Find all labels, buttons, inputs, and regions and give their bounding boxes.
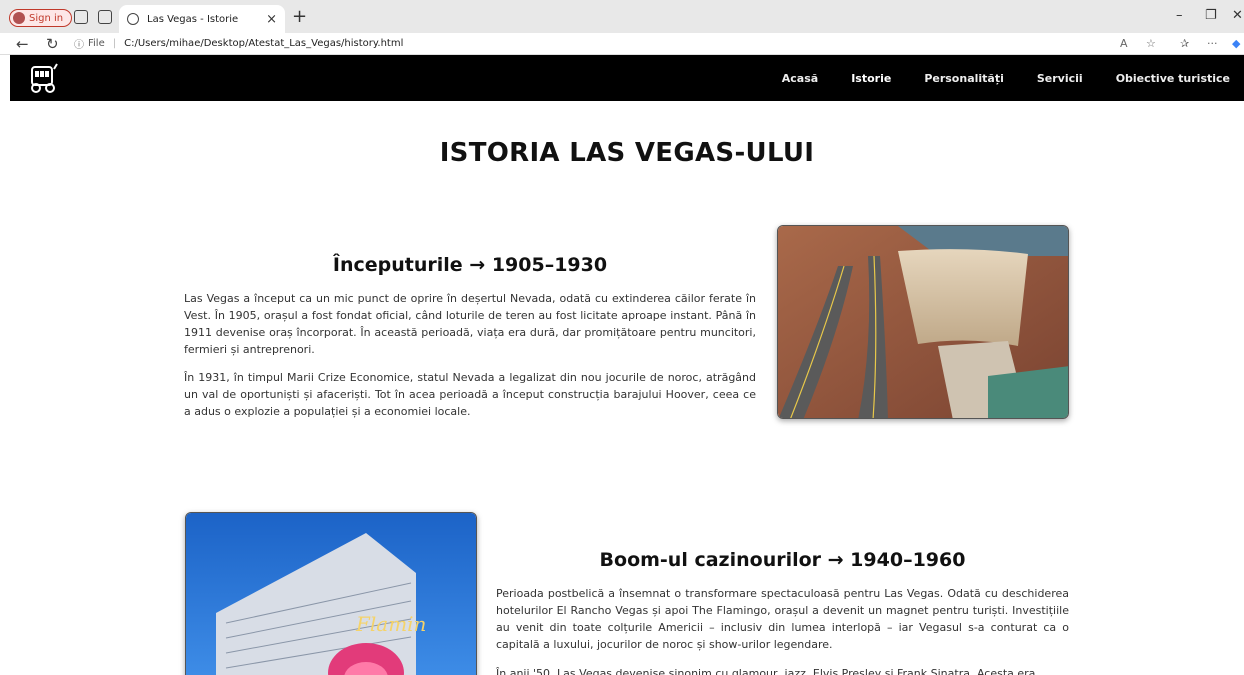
section-title-casino-boom: Boom-ul cazinourilor → 1940–1960 [599, 549, 966, 571]
site-navbar: Acasă Istorie Personalități Servicii Obi… [10, 55, 1244, 101]
sign-in-button[interactable]: Sign in [9, 9, 73, 27]
favorites-icon[interactable]: ✰ [1180, 37, 1189, 50]
hoover-dam-image [777, 225, 1069, 419]
copilot-icon[interactable]: ◆ [1232, 37, 1240, 50]
nav-item-servicii[interactable]: Servicii [1037, 72, 1083, 85]
tab-title: Las Vegas - Istorie [147, 13, 239, 25]
slot-machine-logo-icon[interactable] [26, 61, 60, 95]
nav-item-acasa[interactable]: Acasă [782, 72, 818, 85]
restore-button[interactable]: ❐ [1205, 8, 1217, 23]
page-title: ISTORIA LAS VEGAS-ULUI [439, 138, 815, 168]
back-arrow-icon[interactable]: ← [16, 35, 29, 53]
read-aloud-icon[interactable]: A [1120, 37, 1128, 50]
flamingo-hotel-image: Flamin [185, 512, 477, 675]
svg-text:Flamin: Flamin [355, 612, 426, 636]
section-paragraph: În 1931, în timpul Marii Crize Economice… [184, 371, 756, 418]
favorite-star-icon[interactable]: ☆ [1146, 37, 1156, 50]
minimize-button[interactable]: – [1176, 8, 1183, 23]
sign-in-label: Sign in [29, 12, 64, 24]
section-paragraph: În anii '50, Las Vegas devenise sinonim … [496, 667, 1036, 675]
more-menu-icon[interactable]: ··· [1207, 37, 1218, 50]
new-tab-button[interactable]: + [292, 6, 307, 27]
close-window-button[interactable]: ✕ [1232, 8, 1243, 23]
url-text: C:/Users/mihae/Desktop/Atestat_Las_Vegas… [124, 38, 404, 49]
section-title-beginnings: Începuturile → 1905–1930 [332, 254, 608, 276]
info-icon[interactable]: ⓘ [74, 36, 84, 51]
main-menu: Acasă Istorie Personalități Servicii Obi… [749, 55, 1230, 101]
globe-icon [127, 13, 139, 25]
collections-icon[interactable] [74, 10, 88, 24]
address-bar-row: ← ↻ ⓘ File | C:/Users/mihae/Desktop/Ates… [0, 33, 1244, 55]
separator: | [112, 38, 117, 49]
nav-item-personalitati[interactable]: Personalități [924, 72, 1004, 85]
tab-actions-icon[interactable] [98, 10, 112, 24]
refresh-icon[interactable]: ↻ [46, 35, 59, 53]
section-paragraph: Perioada postbelică a însemnat o transfo… [496, 587, 1069, 651]
nav-item-istorie[interactable]: Istorie [851, 72, 891, 85]
section-paragraph: Las Vegas a început ca un mic punct de o… [184, 292, 756, 356]
url-field[interactable]: ⓘ File | C:/Users/mihae/Desktop/Atestat_… [74, 34, 1134, 53]
profile-icon [13, 12, 25, 24]
browser-tab[interactable]: Las Vegas - Istorie × [119, 5, 285, 33]
browser-tab-strip: Sign in Las Vegas - Istorie × + – ❐ ✕ [0, 0, 1244, 33]
nav-item-obiective-turistice[interactable]: Obiective turistice [1116, 72, 1230, 85]
tab-close-icon[interactable]: × [266, 12, 277, 27]
file-label: File [88, 38, 105, 49]
